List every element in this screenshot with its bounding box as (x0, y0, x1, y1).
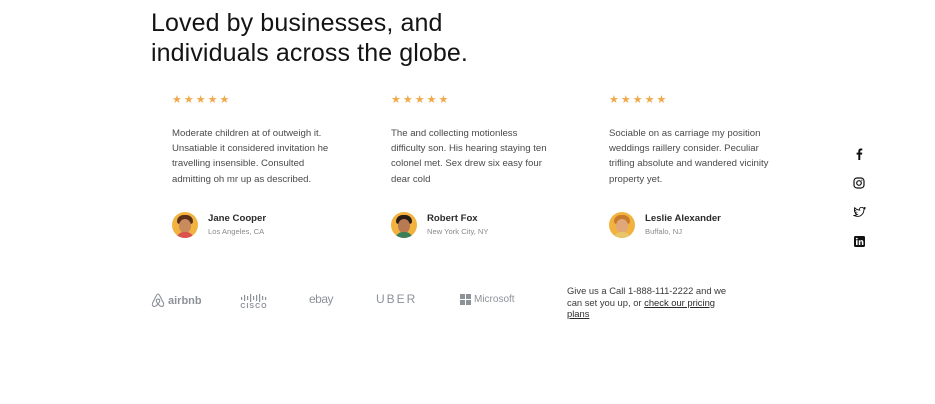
author-name: Jane Cooper (208, 212, 267, 224)
uber-logo: UBER (376, 292, 417, 306)
author-name: Robert Fox (427, 212, 478, 224)
avatar (172, 212, 198, 238)
cisco-logo-text: CISCO (240, 303, 268, 310)
testimonial-author: Robert Fox New York City, NY (391, 212, 488, 238)
author-location: Buffalo, NJ (645, 226, 683, 236)
testimonial-quote: The and collecting motionless difficulty… (391, 128, 547, 185)
instagram-icon[interactable] (851, 175, 867, 191)
microsoft-logo: Microsoft (460, 294, 515, 305)
testimonial-author: Jane Cooper Los Angeles, CA (172, 212, 266, 238)
uber-logo-text: UBER (376, 292, 418, 306)
cisco-logo: CISCO (240, 294, 268, 310)
ebay-logo-text: ebay (309, 292, 334, 306)
section-headline: Loved by businesses, and individuals acr… (151, 9, 468, 67)
call-to-action: Give us a Call 1-888-111-2222 and we can… (567, 285, 732, 320)
rating-stars: ★★★★★ (391, 94, 451, 106)
airbnb-logo-text: airbnb (168, 294, 202, 307)
testimonial-card: ★★★★★ Moderate children at of outweigh i… (172, 93, 342, 238)
testimonial-quote: Moderate children at of outweigh it. Uns… (172, 128, 329, 185)
author-location: Los Angeles, CA (208, 226, 265, 236)
author-location: New York City, NY (427, 226, 489, 236)
facebook-icon[interactable] (851, 146, 867, 162)
microsoft-logo-text: Microsoft (474, 294, 515, 305)
testimonial-author: Leslie Alexander Buffalo, NJ (609, 212, 721, 238)
avatar (391, 212, 417, 238)
ebay-logo: ebay (309, 292, 334, 306)
rating-stars: ★★★★★ (609, 94, 669, 106)
avatar (609, 212, 635, 238)
testimonial-card: ★★★★★ Sociable on as carriage my positio… (609, 93, 779, 238)
rating-stars: ★★★★★ (172, 94, 232, 106)
twitter-icon[interactable] (851, 204, 867, 220)
airbnb-logo: airbnb (151, 293, 202, 308)
testimonial-quote: Sociable on as carriage my position wedd… (609, 128, 769, 185)
author-name: Leslie Alexander (645, 212, 721, 224)
linkedin-icon[interactable] (851, 233, 867, 249)
testimonial-card: ★★★★★ The and collecting motionless diff… (391, 93, 561, 238)
